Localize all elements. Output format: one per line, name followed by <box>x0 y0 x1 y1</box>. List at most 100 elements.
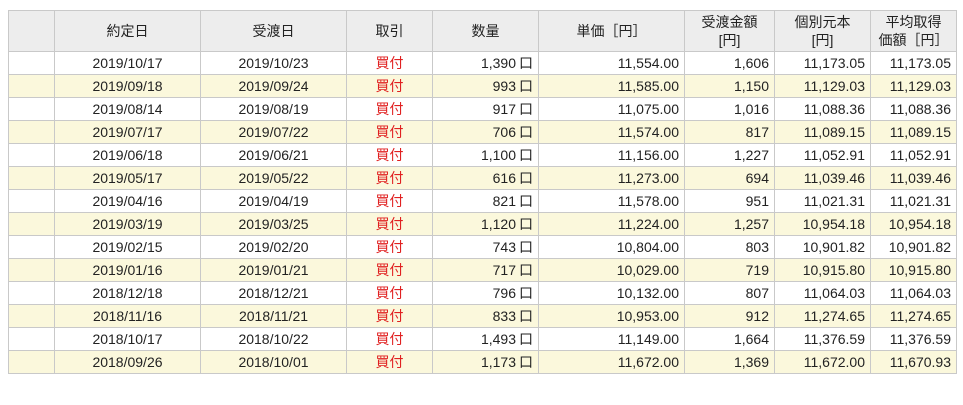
header-blank <box>8 10 55 52</box>
quantity-unit: 口 <box>519 170 533 186</box>
settlement-amount-cell: 1,606 <box>684 51 775 75</box>
row-blank-cell <box>8 51 55 75</box>
trade-type-cell: 買付 <box>346 327 433 351</box>
table-row: 2019/08/14 2019/08/19 買付 917 口 11,075.00 1,016… <box>8 97 957 121</box>
contract-date-cell: 2019/04/16 <box>54 189 201 213</box>
row-blank-cell <box>8 281 55 305</box>
avg-cost-cell: 11,064.03 <box>870 281 957 305</box>
cost-basis-cell: 11,064.03 <box>774 281 871 305</box>
trade-type-cell: 買付 <box>346 120 433 144</box>
avg-cost-cell: 11,089.15 <box>870 120 957 144</box>
settlement-date-cell: 2018/10/01 <box>200 350 347 374</box>
table-row: 2019/06/18 2019/06/21 買付 1,100 口 11,156.00 1,2… <box>8 143 957 167</box>
unit-price-cell: 11,224.00 <box>538 212 685 236</box>
header-quantity: 数量 <box>432 10 539 52</box>
header-contract-date: 約定日 <box>54 10 201 52</box>
avg-cost-cell: 11,052.91 <box>870 143 957 167</box>
contract-date-cell: 2019/06/18 <box>54 143 201 167</box>
row-blank-cell <box>8 120 55 144</box>
quantity-cell: 993 口 <box>432 74 539 98</box>
quantity-unit: 口 <box>519 78 533 94</box>
contract-date-cell: 2019/01/16 <box>54 258 201 282</box>
trade-type-cell: 買付 <box>346 166 433 190</box>
settlement-amount-cell: 1,369 <box>684 350 775 374</box>
header-settlement-amount: 受渡金額 [円] <box>684 10 775 52</box>
table-row: 2019/01/16 2019/01/21 買付 717 口 10,029.00 719 10… <box>8 258 957 282</box>
table-row: 2019/07/17 2019/07/22 買付 706 口 11,574.00 817 11… <box>8 120 957 144</box>
trade-type-cell: 買付 <box>346 304 433 328</box>
cost-basis-cell: 11,089.15 <box>774 120 871 144</box>
quantity-cell: 717 口 <box>432 258 539 282</box>
row-blank-cell <box>8 166 55 190</box>
quantity-value: 1,493 <box>480 331 516 347</box>
header-avg-cost-line1: 平均取得 <box>885 14 942 30</box>
quantity-cell: 1,173 口 <box>432 350 539 374</box>
settlement-date-cell: 2019/08/19 <box>200 97 347 121</box>
trade-type-cell: 買付 <box>346 212 433 236</box>
quantity-value: 1,120 <box>480 216 516 232</box>
settlement-amount-cell: 817 <box>684 120 775 144</box>
trade-type-cell: 買付 <box>346 281 433 305</box>
header-cost-basis-line1: 個別元本 <box>794 14 851 30</box>
cost-basis-cell: 10,915.80 <box>774 258 871 282</box>
settlement-amount-cell: 1,664 <box>684 327 775 351</box>
quantity-value: 821 <box>492 193 516 209</box>
quantity-value: 743 <box>492 239 516 255</box>
settlement-date-cell: 2019/07/22 <box>200 120 347 144</box>
settlement-date-cell: 2019/05/22 <box>200 166 347 190</box>
row-blank-cell <box>8 143 55 167</box>
settlement-date-cell: 2019/09/24 <box>200 74 347 98</box>
avg-cost-cell: 11,039.46 <box>870 166 957 190</box>
contract-date-cell: 2019/05/17 <box>54 166 201 190</box>
row-blank-cell <box>8 212 55 236</box>
trade-type-cell: 買付 <box>346 235 433 259</box>
quantity-value: 833 <box>492 308 516 324</box>
contract-date-cell: 2019/10/17 <box>54 51 201 75</box>
transaction-table: 約定日 受渡日 取引 数量 単価［円］ 受渡金額 [円] 個別元本 [円] 平均… <box>8 10 957 374</box>
contract-date-cell: 2019/03/19 <box>54 212 201 236</box>
row-blank-cell <box>8 97 55 121</box>
row-blank-cell <box>8 327 55 351</box>
avg-cost-cell: 11,376.59 <box>870 327 957 351</box>
quantity-cell: 796 口 <box>432 281 539 305</box>
row-blank-cell <box>8 350 55 374</box>
avg-cost-cell: 11,173.05 <box>870 51 957 75</box>
trade-type-cell: 買付 <box>346 97 433 121</box>
row-blank-cell <box>8 258 55 282</box>
settlement-date-cell: 2019/03/25 <box>200 212 347 236</box>
table-row: 2018/11/16 2018/11/21 買付 833 口 10,953.00 912 11… <box>8 304 957 328</box>
unit-price-cell: 10,953.00 <box>538 304 685 328</box>
quantity-cell: 1,100 口 <box>432 143 539 167</box>
settlement-amount-cell: 1,150 <box>684 74 775 98</box>
quantity-value: 706 <box>492 124 516 140</box>
contract-date-cell: 2018/12/18 <box>54 281 201 305</box>
header-avg-cost-line2: 価額［円］ <box>878 32 949 48</box>
header-settlement-amount-line2: [円] <box>718 32 741 48</box>
contract-date-cell: 2019/08/14 <box>54 97 201 121</box>
header-unit-price: 単価［円］ <box>538 10 685 52</box>
cost-basis-cell: 11,173.05 <box>774 51 871 75</box>
unit-price-cell: 11,075.00 <box>538 97 685 121</box>
contract-date-cell: 2018/10/17 <box>54 327 201 351</box>
quantity-unit: 口 <box>519 216 533 232</box>
table-row: 2018/09/26 2018/10/01 買付 1,173 口 11,672.00 1,3… <box>8 350 957 374</box>
quantity-unit: 口 <box>519 285 533 301</box>
row-blank-cell <box>8 304 55 328</box>
avg-cost-cell: 10,901.82 <box>870 235 957 259</box>
cost-basis-cell: 11,052.91 <box>774 143 871 167</box>
row-blank-cell <box>8 235 55 259</box>
cost-basis-cell: 10,901.82 <box>774 235 871 259</box>
quantity-unit: 口 <box>519 101 533 117</box>
quantity-value: 616 <box>492 170 516 186</box>
settlement-date-cell: 2019/02/20 <box>200 235 347 259</box>
contract-date-cell: 2019/09/18 <box>54 74 201 98</box>
avg-cost-cell: 10,954.18 <box>870 212 957 236</box>
table-row: 2019/09/18 2019/09/24 買付 993 口 11,585.00 1,150… <box>8 74 957 98</box>
quantity-unit: 口 <box>519 354 533 370</box>
settlement-date-cell: 2018/10/22 <box>200 327 347 351</box>
trade-type-cell: 買付 <box>346 258 433 282</box>
transaction-history: 約定日 受渡日 取引 数量 単価［円］ 受渡金額 [円] 個別元本 [円] 平均… <box>8 10 957 374</box>
unit-price-cell: 11,273.00 <box>538 166 685 190</box>
settlement-amount-cell: 1,227 <box>684 143 775 167</box>
settlement-date-cell: 2019/10/23 <box>200 51 347 75</box>
